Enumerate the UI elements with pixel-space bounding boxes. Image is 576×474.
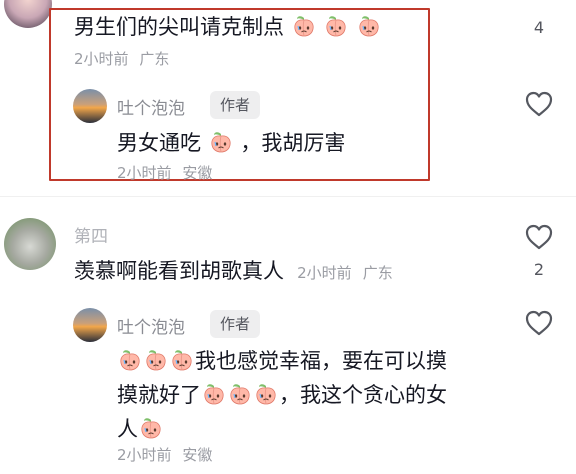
avatar[interactable] (4, 218, 56, 270)
reply-username[interactable]: 吐个泡泡 (117, 94, 185, 119)
reply-location: 安徽 (182, 164, 213, 182)
comment-location: 广东 (139, 50, 170, 68)
reply-meta: 2小时前 安徽 (117, 162, 212, 183)
avatar[interactable] (4, 0, 52, 28)
peach-emoji-icon (202, 382, 226, 406)
comment-body: 羡慕啊能看到胡歌真人 (74, 259, 284, 283)
peach-emoji-icon (139, 416, 163, 440)
comment-body: 男生们的尖叫请克制点 (74, 15, 284, 39)
reply-line-2a: 摸就好了 (117, 383, 201, 407)
peach-emoji-icon (292, 14, 316, 38)
comment-text: 男生们的尖叫请克制点 (74, 12, 382, 42)
peach-emoji-icon (144, 348, 168, 372)
heart-outline-icon[interactable] (523, 221, 555, 253)
heart-outline-icon[interactable] (523, 0, 555, 6)
peach-emoji-icon (118, 348, 142, 372)
comment-line: 羡慕啊能看到胡歌真人 2小时前 广东 (74, 256, 393, 286)
reply-location: 安徽 (182, 446, 213, 464)
peach-emoji-icon (357, 14, 381, 38)
reply-time: 2小时前 (117, 446, 172, 464)
reply-meta: 2小时前 安徽 (117, 444, 212, 465)
like-count: 2 (533, 260, 545, 279)
author-tag: 作者 (210, 91, 261, 119)
author-tag: 作者 (210, 310, 261, 338)
heart-outline-icon[interactable] (523, 307, 555, 339)
comment-time: 2小时前 (74, 50, 129, 68)
peach-emoji-icon (209, 130, 233, 154)
comment-meta: 2小时前 广东 (74, 48, 169, 69)
reply-line-1: 我也感觉幸福，要在可以摸 (195, 349, 447, 373)
divider (0, 196, 576, 197)
comment-location: 广东 (362, 264, 393, 282)
peach-emoji-icon (170, 348, 194, 372)
reply-body-end: ，我胡厉害 (240, 131, 346, 155)
comment-username[interactable]: 第四 (74, 222, 108, 247)
peach-emoji-icon (254, 382, 278, 406)
reply-line-3: 人 (117, 417, 138, 441)
reply-text: 男女通吃 ，我胡厉害 (117, 128, 345, 158)
avatar[interactable] (73, 308, 107, 342)
reply-body-start: 男女通吃 (117, 131, 201, 155)
avatar[interactable] (73, 89, 107, 123)
reply-text: 我也感觉幸福，要在可以摸 摸就好了 ，我这个贪心的女 人 (117, 344, 497, 446)
comment-time: 2小时前 (297, 264, 352, 282)
reply-username[interactable]: 吐个泡泡 (117, 313, 185, 338)
peach-emoji-icon (228, 382, 252, 406)
reply-line-2b: ，我这个贪心的女 (279, 383, 447, 407)
peach-emoji-icon (324, 14, 348, 38)
heart-outline-icon[interactable] (523, 88, 555, 120)
like-count: 4 (533, 18, 545, 37)
reply-time: 2小时前 (117, 164, 172, 182)
